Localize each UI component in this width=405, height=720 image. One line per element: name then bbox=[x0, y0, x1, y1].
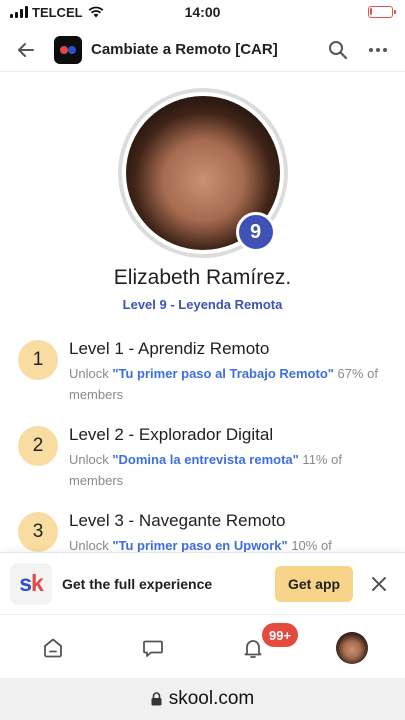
unlock-label: Unlock bbox=[69, 538, 113, 553]
level-badge: 9 bbox=[235, 212, 276, 252]
level-item: 2 Level 2 - Explorador Digital Unlock "D… bbox=[18, 422, 390, 508]
course-link[interactable]: "Domina la entrevista remota" bbox=[112, 452, 298, 467]
course-link[interactable]: "Tu primer paso en Upwork" bbox=[112, 538, 287, 553]
nav-chat-button[interactable] bbox=[138, 633, 168, 663]
level-title: Level 2 - Explorador Digital bbox=[69, 425, 274, 444]
url-text: skool.com bbox=[168, 688, 255, 709]
status-bar: TELCEL 14:00 bbox=[0, 0, 405, 24]
profile-level-label: Level 9 - Leyenda Remota bbox=[122, 297, 283, 312]
members-percentage: 10% of bbox=[287, 538, 332, 553]
get-app-button[interactable]: Get app bbox=[275, 565, 353, 602]
more-button[interactable] bbox=[363, 35, 393, 65]
bottom-nav: 99+ bbox=[0, 614, 405, 678]
browser-url-bar[interactable]: skool.com bbox=[0, 678, 405, 720]
level-title: Level 1 - Aprendiz Remoto bbox=[69, 339, 270, 358]
search-icon bbox=[329, 40, 348, 59]
nav-home-button[interactable] bbox=[38, 633, 68, 663]
banner-text: Get the full experience bbox=[62, 575, 213, 592]
group-logo[interactable] bbox=[54, 35, 82, 64]
nav-profile-avatar[interactable] bbox=[336, 632, 368, 664]
back-arrow-icon bbox=[18, 42, 34, 57]
bell-icon bbox=[244, 640, 262, 658]
more-icon bbox=[369, 47, 387, 52]
get-app-banner: sk Get the full experience Get app bbox=[0, 552, 405, 614]
back-button[interactable] bbox=[12, 36, 40, 64]
level-description: Unlock "Domina la entrevista remota" 11%… bbox=[69, 449, 394, 491]
unlock-label: Unlock bbox=[69, 366, 113, 381]
home-icon bbox=[44, 638, 62, 658]
unlock-label: Unlock bbox=[69, 452, 113, 467]
clock: 14:00 bbox=[184, 4, 221, 20]
close-icon bbox=[372, 576, 386, 591]
lock-icon bbox=[151, 692, 162, 706]
skool-app-logo: sk bbox=[10, 562, 52, 605]
carrier-name: TELCEL bbox=[32, 4, 83, 20]
level-description: Unlock "Tu primer paso al Trabajo Remoto… bbox=[69, 363, 394, 405]
wifi-icon bbox=[88, 6, 103, 18]
level-number-circle: 1 bbox=[18, 340, 58, 380]
profile-avatar-container: 9 bbox=[117, 88, 288, 258]
group-name[interactable]: Cambiate a Remoto [CAR] bbox=[91, 41, 313, 58]
battery-fill bbox=[370, 8, 372, 15]
notification-count-badge: 99+ bbox=[262, 623, 299, 647]
level-number-circle: 3 bbox=[18, 512, 58, 552]
chat-icon bbox=[143, 640, 163, 657]
close-banner-button[interactable] bbox=[363, 568, 395, 600]
signal-icon bbox=[10, 6, 28, 18]
level-item: 1 Level 1 - Aprendiz Remoto Unlock "Tu p… bbox=[18, 336, 390, 422]
battery-icon bbox=[368, 6, 396, 18]
profile-name: Elizabeth Ramírez. bbox=[113, 266, 292, 289]
course-link[interactable]: "Tu primer paso al Trabajo Remoto" bbox=[112, 366, 334, 381]
level-number-circle: 2 bbox=[18, 426, 58, 466]
top-bar: Cambiate a Remoto [CAR] bbox=[0, 28, 405, 72]
search-button[interactable] bbox=[323, 35, 353, 65]
level-title: Level 3 - Navegante Remoto bbox=[69, 511, 286, 530]
